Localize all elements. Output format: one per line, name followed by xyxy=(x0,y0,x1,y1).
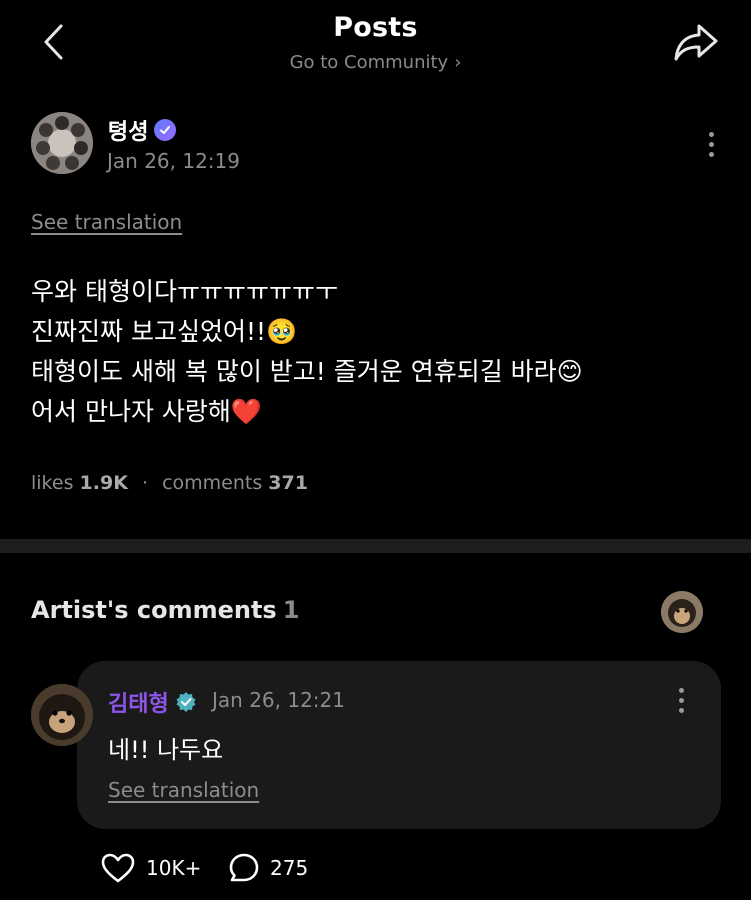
artist-comments-heading: Artist's comments 1 xyxy=(31,596,299,624)
artist-avatar[interactable] xyxy=(31,684,93,746)
post-line: 진짜진짜 보고싶었어!!🥹 xyxy=(31,317,298,346)
comment-like-button[interactable]: 10K+ xyxy=(100,852,201,884)
separator-dot: · xyxy=(141,472,149,494)
likes-label: likes xyxy=(31,472,74,494)
comment-like-count: 10K+ xyxy=(146,856,202,880)
group-photo-image xyxy=(31,112,93,174)
speech-bubble-icon xyxy=(229,853,259,882)
comments-count: 371 xyxy=(268,472,308,494)
heart-icon xyxy=(101,853,135,883)
verified-badge-icon xyxy=(175,691,197,713)
post-stats: likes 1.9K · comments 371 xyxy=(31,472,308,494)
chevron-right-icon: › xyxy=(454,52,462,73)
post-line: 태형이도 새해 복 많이 받고! 즐거운 연휴되길 바라😊 xyxy=(31,357,583,386)
share-arrow-icon xyxy=(674,24,718,61)
comment-reply-button[interactable]: 275 xyxy=(228,852,308,884)
comment-see-translation-link[interactable]: See translation xyxy=(108,778,259,802)
author-name-text: 텽셩 xyxy=(108,120,149,145)
post-more-options-icon[interactable] xyxy=(700,124,722,164)
post-body: 우와 태형이다ㅠㅠㅠㅠㅠㅠㅜ 진짜진짜 보고싶었어!!🥹 태형이도 새해 복 많… xyxy=(31,272,583,432)
post-line: 어서 만나자 사랑해❤️ xyxy=(31,397,263,426)
post-detail-screen: Posts Go to Community › 텽셩 Jan 26, 12:19 … xyxy=(0,0,751,900)
see-translation-link[interactable]: See translation xyxy=(31,210,182,234)
artist-name-text: 김태형 xyxy=(108,692,169,717)
fan-verified-icon xyxy=(154,119,177,141)
dog-photo-image xyxy=(31,684,93,746)
comment-text: 네!! 나두요 xyxy=(108,736,224,764)
author-name[interactable]: 텽셩 xyxy=(108,114,177,146)
share-button[interactable] xyxy=(670,20,722,64)
artist-comments-count: 1 xyxy=(282,596,300,624)
comment-more-options-icon[interactable] xyxy=(670,680,692,720)
comment-timestamp: Jan 26, 12:21 xyxy=(212,688,345,712)
artist-name[interactable]: 김태형 xyxy=(108,686,197,718)
artist-comments-title: Artist's comments xyxy=(31,596,277,624)
comment-reply-count: 275 xyxy=(270,856,309,880)
section-divider xyxy=(0,539,751,553)
author-avatar[interactable] xyxy=(31,112,93,174)
go-to-community-label: Go to Community xyxy=(289,52,449,73)
go-to-community-link[interactable]: Go to Community › xyxy=(0,52,751,73)
artist-avatar-thumbnail[interactable] xyxy=(661,591,703,633)
post-timestamp: Jan 26, 12:19 xyxy=(107,149,240,173)
post-line: 우와 태형이다ㅠㅠㅠㅠㅠㅠㅜ xyxy=(31,277,338,306)
page-title: Posts xyxy=(333,12,418,43)
comments-label: comments xyxy=(162,472,263,494)
dog-photo-image xyxy=(661,591,703,633)
likes-count: 1.9K xyxy=(79,472,128,494)
